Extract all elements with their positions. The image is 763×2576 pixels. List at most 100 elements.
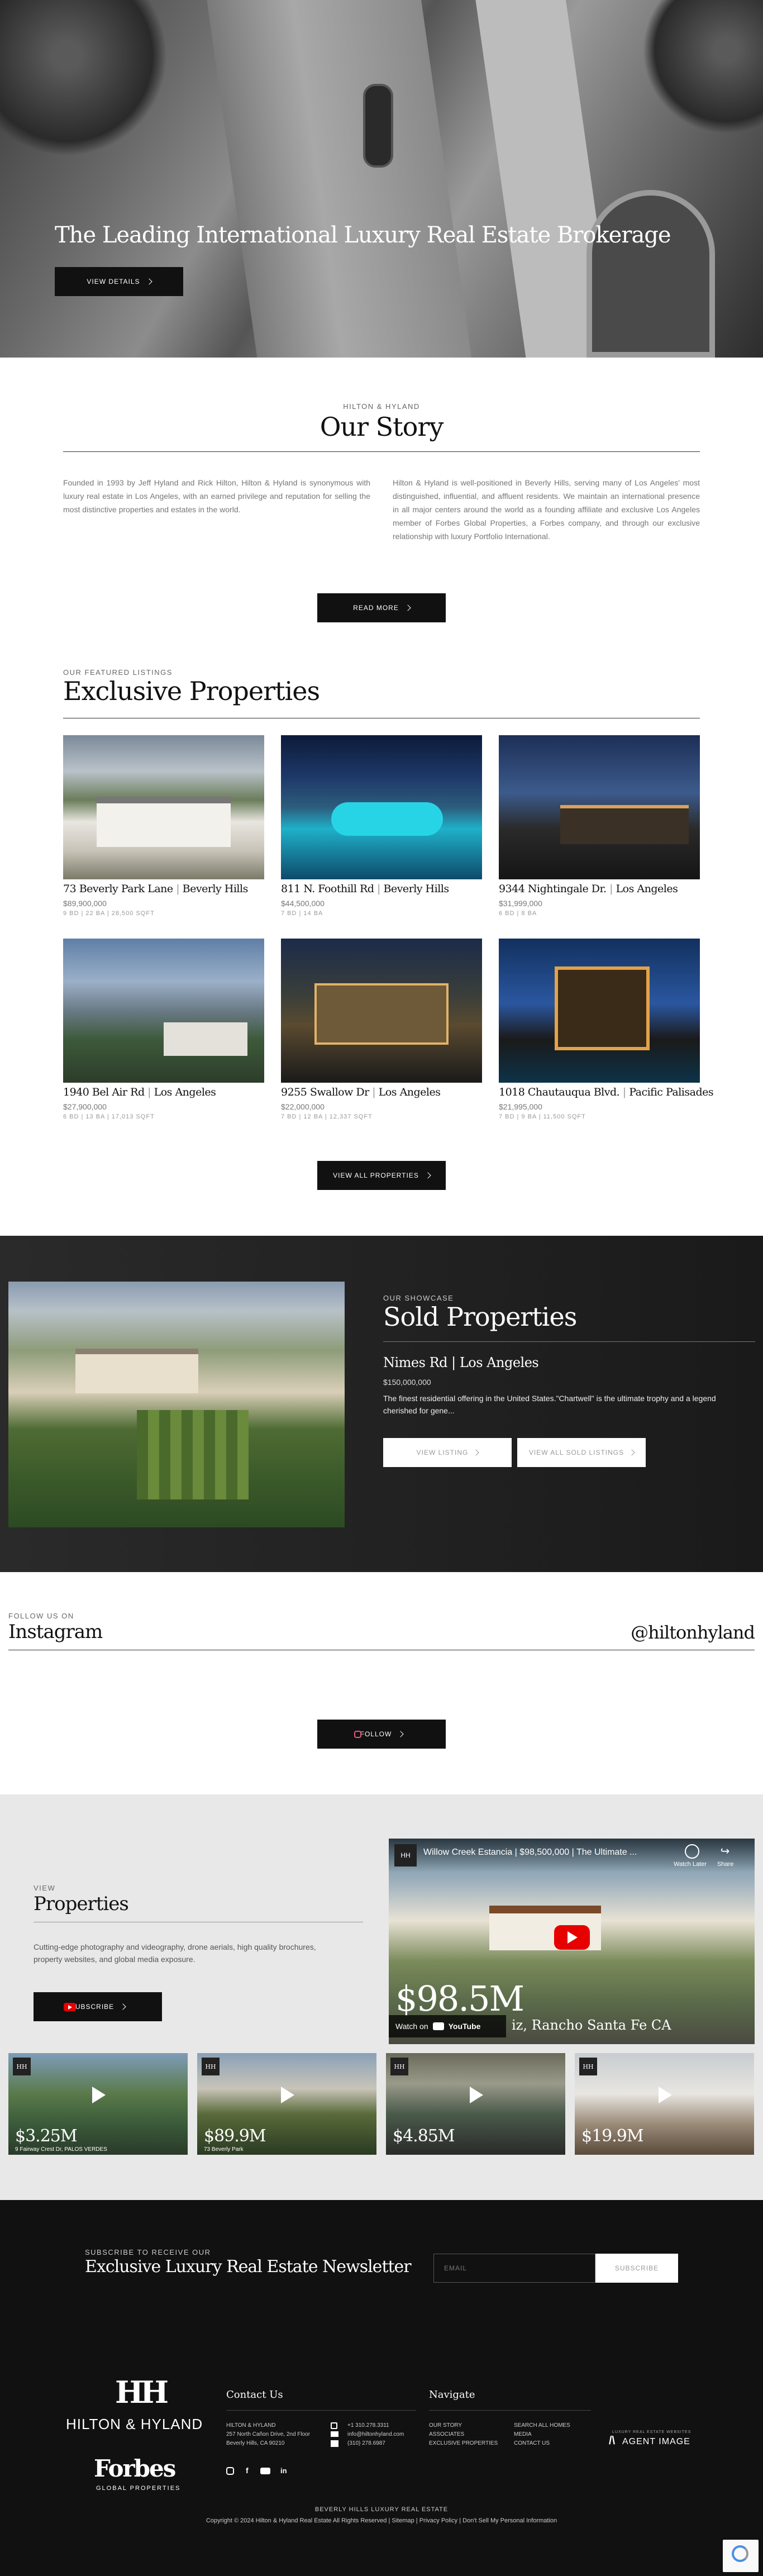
newsletter-email-input[interactable]: EMAIL — [433, 2254, 595, 2283]
featured-eyebrow: OUR FEATURED LISTINGS — [63, 668, 173, 677]
email-link[interactable]: info@hiltonhyland.com — [347, 2430, 404, 2439]
brand-name: HILTON & HYLAND — [66, 2416, 203, 2432]
property-address[interactable]: 73 Beverly Park Lane | Beverly Hills — [63, 883, 248, 895]
property-pool-shape — [331, 802, 443, 836]
sold-eyebrow: OUR SHOWCASE — [383, 1294, 454, 1302]
youtube-logo-icon — [432, 2022, 444, 2030]
property-address[interactable]: 811 N. Foothill Rd | Beverly Hills — [281, 883, 449, 895]
address-line: 257 North Cañon Drive, 2nd Floor — [226, 2431, 311, 2437]
facebook-icon[interactable]: f — [246, 2466, 249, 2475]
thumbnail-price: $19.9M — [581, 2126, 644, 2146]
forbes-logo[interactable]: Forbes — [94, 2455, 176, 2482]
watch-on-youtube-button[interactable]: Watch on YouTube — [389, 2015, 506, 2037]
chevron-right-icon — [425, 1172, 431, 1179]
property-image[interactable] — [281, 735, 482, 879]
nav-link-exclusive-properties[interactable]: EXCLUSIVE PROPERTIES — [429, 2439, 498, 2448]
play-icon — [568, 1931, 578, 1944]
clock-icon[interactable] — [685, 1844, 699, 1859]
sold-garden-shape — [137, 1410, 249, 1499]
view-details-label: VIEW DETAILS — [87, 278, 140, 285]
video-price-overlay: $98.5M — [395, 1978, 524, 2019]
property-address[interactable]: 1940 Bel Air Rd | Los Angeles — [63, 1086, 216, 1098]
address-line: HILTON & HYLAND — [226, 2422, 276, 2429]
agent-image-tagline: LUXURY REAL ESTATE WEBSITES — [612, 2430, 692, 2434]
property-price: $22,000,000 — [281, 1102, 325, 1111]
thumbnail-caption: 73 Beverly Park — [204, 2146, 244, 2153]
property-image[interactable] — [281, 939, 482, 1083]
nav-link-search-all-homes[interactable]: SEARCH ALL HOMES — [514, 2421, 570, 2430]
sold-description: The finest residential offering in the U… — [383, 1394, 716, 1415]
youtube-label: YouTube — [448, 2022, 481, 2031]
footer: SUBSCRIBE TO RECEIVE OUR Exclusive Luxur… — [0, 2200, 763, 2576]
property-address[interactable]: 9255 Swallow Dr | Los Angeles — [281, 1086, 441, 1098]
mail-icon — [331, 2431, 338, 2437]
youtube-play-icon — [68, 2005, 72, 2010]
agent-image-logo[interactable]: AGENT IMAGE — [622, 2437, 690, 2447]
nav-link-media[interactable]: MEDIA — [514, 2430, 532, 2439]
linkedin-icon[interactable]: in — [280, 2467, 287, 2475]
navigate-heading: Navigate — [429, 2389, 475, 2401]
newsletter-eyebrow: SUBSCRIBE TO RECEIVE OUR — [85, 2248, 211, 2256]
channel-logo: HH — [13, 2058, 31, 2075]
play-icon — [92, 2087, 106, 2103]
property-address[interactable]: 9344 Nightingale Dr. | Los Angeles — [499, 883, 678, 895]
nav-link-contact-us[interactable]: CONTACT US — [514, 2439, 550, 2448]
property-house-shape — [314, 983, 449, 1045]
sold-listing-title[interactable]: Nimes Rd | Los Angeles — [383, 1355, 539, 1370]
sold-divider — [383, 1341, 755, 1342]
subscribe-youtube-button[interactable]: SUBSCRIBE — [34, 1992, 162, 2021]
videos-title: Properties — [34, 1893, 129, 1915]
thumbnail-price: $4.85M — [393, 2126, 455, 2146]
navigate-divider — [429, 2410, 591, 2411]
view-listing-button[interactable]: VIEW LISTING — [383, 1438, 512, 1467]
thumbnail-price: $3.25M — [15, 2126, 78, 2146]
property-meta: 6 BD | 13 BA | 17,013 SQFT — [63, 1113, 155, 1120]
play-icon — [281, 2087, 294, 2103]
instagram-icon[interactable] — [226, 2467, 234, 2475]
view-all-sold-label: VIEW ALL SOLD LISTINGS — [528, 1449, 624, 1456]
sold-section: OUR SHOWCASE Sold Properties Nimes Rd | … — [0, 1236, 763, 1572]
videos-description: Cutting-edge photography and videography… — [34, 1942, 316, 1964]
video-thumbnail[interactable]: HH $89.9M 73 Beverly Park — [197, 2053, 376, 2155]
newsletter-subscribe-button[interactable]: SUBSCRIBE — [595, 2254, 678, 2283]
story-eyebrow: HILTON & HYLAND — [343, 402, 420, 411]
follow-button[interactable]: FOLLOW — [317, 1720, 446, 1749]
video-thumbnail[interactable]: HH $3.25M 9 Fairway Crest Dr, PALOS VERD… — [8, 2053, 188, 2155]
watch-later-label: Watch Later — [674, 1861, 707, 1868]
subscribe-label: SUBSCRIBE — [70, 2003, 115, 2011]
video-title[interactable]: Willow Creek Estancia | $98,500,000 | Th… — [423, 1848, 637, 1858]
play-icon — [470, 2087, 483, 2103]
play-icon — [659, 2087, 672, 2103]
recaptcha-badge[interactable] — [723, 2540, 759, 2572]
instagram-handle[interactable]: @hiltonhyland — [631, 1622, 755, 1643]
instagram-title: Instagram — [8, 1621, 103, 1643]
property-meta: 7 BD | 14 BA — [281, 910, 323, 917]
share-icon[interactable]: ↪ — [718, 1844, 732, 1858]
sold-property-image[interactable] — [8, 1282, 345, 1527]
property-address[interactable]: 1018 Chautauqua Blvd. | Pacific Palisade… — [499, 1086, 714, 1098]
story-right-text: Hilton & Hyland is well-positioned in Be… — [393, 478, 700, 541]
channel-avatar[interactable]: HH — [394, 1844, 417, 1866]
hero-title: The Leading International Luxury Real Es… — [55, 222, 671, 248]
main-video-player[interactable]: HH Willow Creek Estancia | $98,500,000 |… — [389, 1839, 755, 2044]
property-house-shape — [555, 966, 650, 1050]
featured-title: Exclusive Properties — [63, 676, 320, 706]
video-thumbnail[interactable]: HH $19.9M — [575, 2053, 754, 2155]
youtube-icon[interactable] — [260, 2468, 270, 2474]
read-more-button[interactable]: READ MORE — [317, 593, 446, 622]
chevron-right-icon — [145, 278, 152, 285]
copyright-text[interactable]: Copyright © 2024 Hilton & Hyland Real Es… — [0, 2517, 763, 2524]
nav-link-associates[interactable]: ASSOCIATES — [429, 2430, 464, 2439]
view-all-properties-button[interactable]: VIEW ALL PROPERTIES — [317, 1161, 446, 1190]
view-details-button[interactable]: VIEW DETAILS — [55, 267, 183, 296]
video-thumbnail[interactable]: HH $4.85M — [386, 2053, 565, 2155]
property-image[interactable] — [499, 735, 700, 879]
hero-road-image — [206, 0, 476, 358]
phone-link[interactable]: +1 310.278.3311 — [347, 2421, 389, 2430]
property-image[interactable] — [499, 939, 700, 1083]
property-image[interactable] — [63, 735, 264, 879]
hh-monogram-logo[interactable]: HH — [115, 2374, 169, 2410]
nav-link-our-story[interactable]: OUR STORY — [429, 2421, 462, 2430]
property-image[interactable] — [63, 939, 264, 1083]
view-all-sold-button[interactable]: VIEW ALL SOLD LISTINGS — [517, 1438, 646, 1467]
